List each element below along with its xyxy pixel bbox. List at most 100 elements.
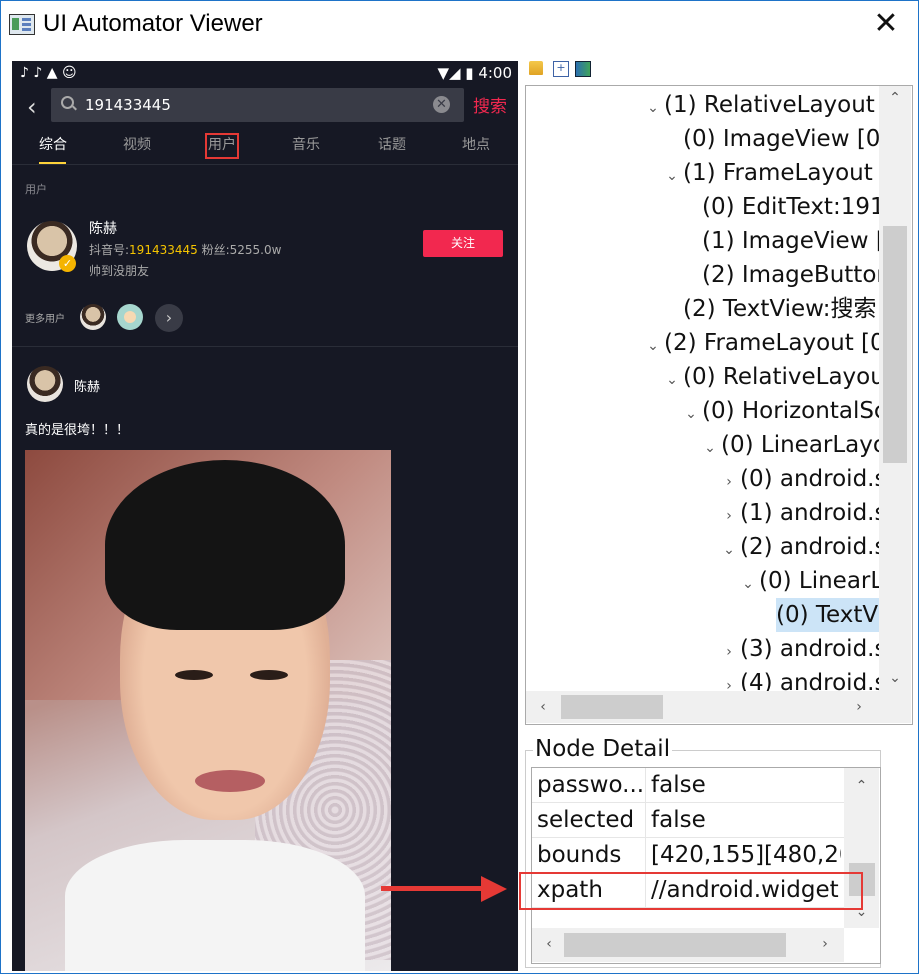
expand-arrow-icon[interactable]: › — [720, 635, 738, 669]
tree-node-label: (3) android.s — [740, 636, 887, 662]
open-icon[interactable] — [529, 61, 543, 75]
scroll-right-icon[interactable]: › — [844, 691, 874, 723]
screenshot-icon[interactable] — [575, 61, 591, 77]
tab-places[interactable]: 地点 — [462, 134, 490, 154]
tree-node-label: (0) EditText:191 — [702, 194, 885, 220]
scrollbar-thumb[interactable] — [883, 226, 907, 463]
scroll-left-icon[interactable]: ‹ — [528, 691, 558, 723]
expand-arrow-icon[interactable]: › — [720, 465, 738, 499]
expand-arrow-icon[interactable]: › — [720, 499, 738, 533]
search-input[interactable]: 191433445 ✕ — [51, 88, 464, 122]
post-caption: 真的是很垮！！！ — [25, 423, 130, 438]
post-avatar[interactable] — [27, 366, 63, 402]
clear-icon[interactable]: ✕ — [433, 96, 450, 113]
tree-node-label: (1) ImageView [ — [702, 228, 885, 254]
expand-arrow-icon[interactable]: ⌄ — [701, 431, 719, 465]
tree-node[interactable]: ⌄ (0) RelativeLayou — [663, 360, 885, 394]
tree-node[interactable]: ⌄ (0) LinearL — [739, 564, 883, 598]
annotation-arrowhead-icon — [481, 876, 507, 902]
chevron-right-icon[interactable]: › — [155, 304, 183, 332]
node-detail-table[interactable]: passwo... false selected false bounds [420,… — [531, 767, 881, 964]
tree-node-label: (2) FrameLayout [0 — [664, 330, 885, 356]
scrollbar-thumb[interactable] — [561, 695, 663, 719]
xpath-annotation-box — [519, 872, 863, 910]
tree-horizontal-scrollbar[interactable]: ‹ › — [526, 691, 879, 723]
expand-arrow-icon[interactable]: ⌄ — [644, 91, 662, 125]
scrollbar-thumb[interactable] — [564, 933, 786, 957]
tree-node-selected[interactable]: (0) TextV — [776, 598, 889, 632]
scroll-down-icon[interactable]: ⌄ — [879, 666, 911, 690]
tree-node[interactable]: ⌄ (1) FrameLayout — [663, 156, 873, 190]
table-row[interactable]: bounds [420,155][480,20 — [532, 838, 844, 873]
video-thumbnail[interactable] — [25, 450, 391, 971]
tree-node[interactable]: (0) ImageView [0 — [663, 122, 880, 156]
tab-music[interactable]: 音乐 — [292, 134, 320, 154]
expand-icon[interactable]: + — [553, 61, 569, 77]
tab-all[interactable]: 综合 — [39, 134, 67, 154]
user-id-prefix: 抖音号: — [89, 243, 130, 257]
divider — [12, 346, 518, 347]
table-row[interactable]: selected false — [532, 803, 844, 838]
post-author[interactable]: 陈赫 — [74, 376, 100, 395]
user-fans: 粉丝:5255.0w — [197, 243, 282, 257]
column-separator — [645, 803, 646, 837]
tree-node[interactable]: ⌄ (2) android.s — [720, 530, 886, 564]
tree-node-label: (0) HorizontalSc — [702, 398, 887, 424]
video-mouth — [195, 770, 265, 792]
tree-node-label: (2) TextView:搜索 — [683, 296, 877, 322]
tree-node[interactable]: ⌄ (0) HorizontalSc — [682, 394, 887, 431]
tree-node[interactable]: › (0) android.s — [720, 462, 886, 496]
window-title: UI Automator Viewer — [43, 10, 263, 37]
expand-arrow-icon[interactable]: ⌄ — [739, 567, 757, 601]
expand-arrow-icon[interactable]: ⌄ — [644, 329, 662, 363]
detail-value: false — [651, 807, 706, 833]
hierarchy-tree[interactable]: ⌄ (1) RelativeLayout (0) ImageView [0 ⌄ (1… — [525, 85, 913, 725]
tab-video[interactable]: 视频 — [123, 134, 151, 154]
tree-node[interactable]: ⌄ (0) LinearLayo — [701, 428, 887, 462]
scroll-corner — [879, 691, 911, 723]
selected-node-highlight — [205, 133, 239, 159]
column-separator — [645, 838, 646, 872]
scroll-up-icon[interactable]: ⌃ — [879, 86, 911, 110]
table-row[interactable]: passwo... false — [532, 768, 844, 803]
tree-node[interactable]: ⌄ (2) FrameLayout [0 — [644, 326, 885, 360]
node-detail-title: Node Detail — [533, 736, 673, 762]
back-icon[interactable]: ‹ — [27, 93, 37, 121]
scroll-right-icon[interactable]: › — [810, 928, 840, 960]
tree-node-label: (0) LinearLayo — [721, 432, 887, 458]
tree-node[interactable]: (2) ImageButton — [682, 258, 891, 292]
scroll-up-icon[interactable]: ⌃ — [844, 774, 879, 798]
follow-button[interactable]: 关注 — [423, 230, 503, 257]
expand-arrow-icon[interactable]: ⌄ — [720, 533, 738, 567]
tree-node[interactable]: › (3) android.s — [720, 632, 886, 666]
tree-node[interactable]: › (1) android.s — [720, 496, 886, 530]
tree-vertical-scrollbar[interactable]: ⌃ ⌄ — [879, 86, 911, 691]
tab-topics[interactable]: 话题 — [378, 134, 406, 154]
expand-arrow-icon[interactable]: ⌄ — [682, 397, 700, 431]
section-label: 用户 — [25, 183, 47, 196]
search-icon — [61, 96, 74, 109]
tree-node[interactable]: (2) TextView:搜索 — [663, 292, 876, 326]
status-icons: ♪ ♪ ▲ ☺ — [20, 65, 77, 81]
expand-arrow-icon[interactable]: ⌄ — [663, 363, 681, 397]
video-eye — [175, 670, 213, 680]
video-eye — [250, 670, 288, 680]
expand-arrow-icon[interactable]: ⌄ — [663, 159, 681, 193]
tree-node-label: (1) FrameLayout — [683, 160, 873, 186]
more-users-label: 更多用户 — [25, 314, 65, 325]
user-name[interactable]: 陈赫 — [89, 218, 117, 238]
divider — [12, 164, 518, 165]
search-button[interactable]: 搜索 — [473, 92, 507, 117]
tree-node-label: (0) LinearL — [759, 568, 884, 594]
more-user-avatar[interactable] — [80, 304, 106, 330]
close-icon[interactable]: ✕ — [862, 1, 910, 47]
tree-node[interactable]: (1) ImageView [ — [682, 224, 885, 258]
detail-horizontal-scrollbar[interactable]: ‹ › — [532, 928, 844, 962]
more-user-avatar[interactable] — [117, 304, 143, 330]
status-time: ▼◢ ▮ 4:00 — [437, 64, 512, 82]
tree-node[interactable]: (0) EditText:191 — [682, 190, 885, 224]
video-hair — [105, 460, 345, 630]
tree-node[interactable]: ⌄ (1) RelativeLayout — [644, 88, 875, 122]
scroll-left-icon[interactable]: ‹ — [534, 928, 564, 960]
device-screenshot[interactable]: ♪ ♪ ▲ ☺ ▼◢ ▮ 4:00 ‹ 191433445 ✕ 搜索 综合 视频… — [12, 61, 518, 971]
